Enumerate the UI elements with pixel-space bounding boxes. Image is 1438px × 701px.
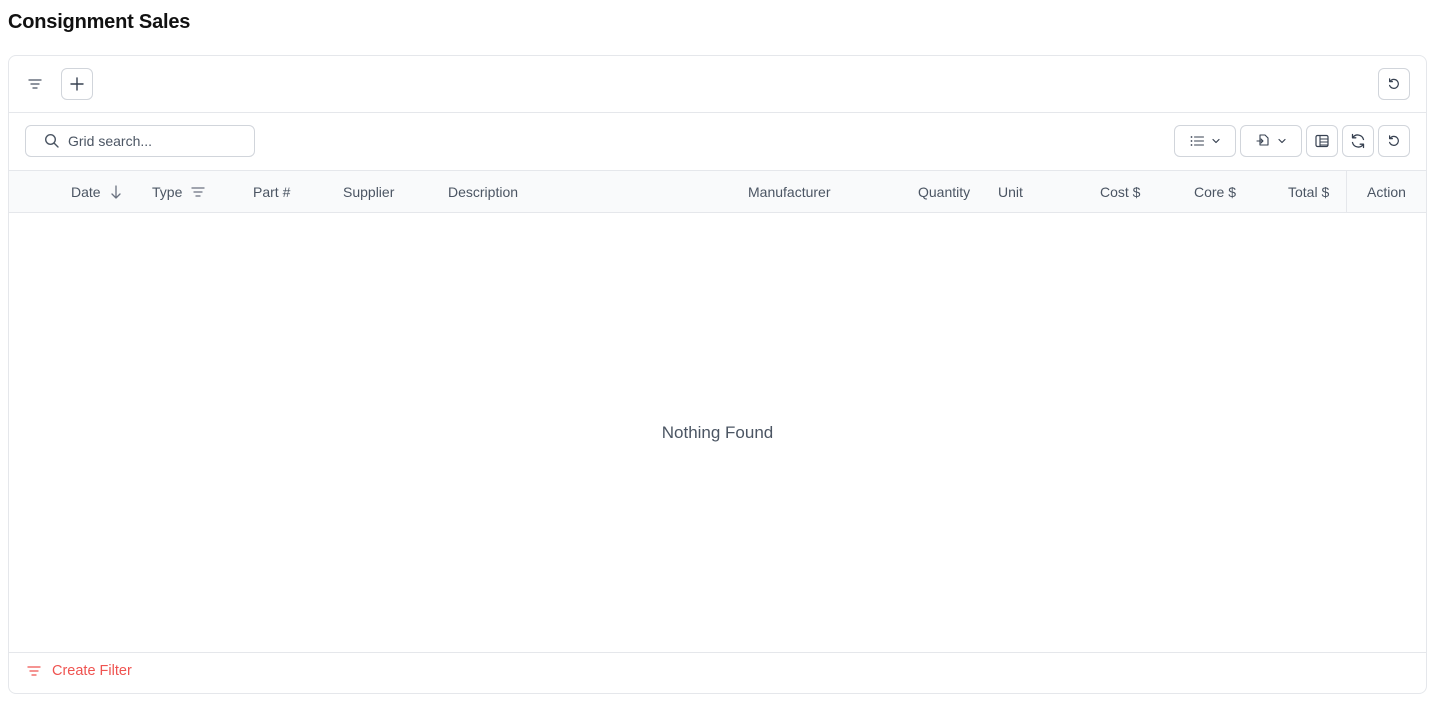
file-icon [1256, 134, 1269, 146]
column-header-core[interactable]: Core $ [1194, 171, 1236, 212]
filter-icon [27, 666, 41, 676]
plus-icon [70, 77, 84, 91]
create-filter-button[interactable]: Create Filter [26, 663, 132, 679]
chevron-down-icon [1278, 138, 1286, 144]
column-header-label: Cost $ [1100, 183, 1141, 200]
column-header-label: Quantity [918, 183, 971, 200]
column-header-cost[interactable]: Cost $ [1100, 171, 1140, 212]
sort-descending-icon[interactable] [109, 184, 123, 200]
add-button[interactable] [61, 68, 93, 100]
undo-icon [1389, 78, 1399, 89]
reset-button[interactable] [1378, 68, 1410, 100]
refresh-button[interactable] [1342, 125, 1374, 157]
top-toolbar [9, 56, 1426, 113]
create-filter-label: Create Filter [52, 663, 132, 679]
empty-state-message: Nothing Found [661, 423, 774, 442]
grid-card: Date Type Part # Supplier Description Ma… [8, 55, 1427, 694]
column-header-label: Supplier [343, 183, 395, 200]
column-header-label: Unit [998, 183, 1023, 200]
columns-button[interactable] [1306, 125, 1338, 157]
grid-header: Date Type Part # Supplier Description Ma… [9, 170, 1426, 213]
list-icon [1190, 136, 1205, 146]
chevron-down-icon [1212, 138, 1220, 144]
reset-layout-button[interactable] [1378, 125, 1410, 157]
column-header-label: Action [1367, 183, 1406, 200]
column-header-manufacturer[interactable]: Manufacturer [748, 171, 830, 212]
column-header-action: Action [1346, 171, 1426, 212]
column-header-label: Date [71, 183, 101, 200]
filter-icon [28, 79, 42, 89]
column-header-part[interactable]: Part # [253, 171, 290, 212]
column-header-quantity[interactable]: Quantity [918, 171, 970, 212]
export-dropdown[interactable] [1240, 125, 1302, 157]
filter-toggle-button[interactable] [21, 70, 49, 98]
column-header-date[interactable]: Date [71, 171, 123, 212]
undo-icon [1389, 135, 1399, 146]
column-header-unit[interactable]: Unit [998, 171, 1023, 212]
column-header-label: Manufacturer [748, 183, 831, 200]
column-header-type[interactable]: Type [152, 171, 206, 212]
column-header-label: Core $ [1194, 183, 1237, 200]
grid-search[interactable] [25, 125, 255, 157]
column-header-label: Total $ [1288, 183, 1330, 200]
search-icon [44, 133, 59, 148]
column-header-label: Description [448, 183, 519, 200]
filter-icon[interactable] [190, 184, 206, 200]
refresh-icon [1351, 133, 1365, 149]
column-header-label: Part # [253, 183, 291, 200]
column-header-total[interactable]: Total $ [1288, 171, 1329, 212]
view-options-dropdown[interactable] [1174, 125, 1236, 157]
grid-footer: Create Filter [9, 652, 1426, 693]
column-header-description[interactable]: Description [448, 171, 518, 212]
columns-icon [1315, 134, 1329, 148]
column-header-label: Type [152, 183, 183, 200]
search-toolbar [9, 113, 1426, 170]
column-header-supplier[interactable]: Supplier [343, 171, 394, 212]
search-input[interactable] [68, 133, 238, 149]
page-title: Consignment Sales [8, 11, 191, 33]
